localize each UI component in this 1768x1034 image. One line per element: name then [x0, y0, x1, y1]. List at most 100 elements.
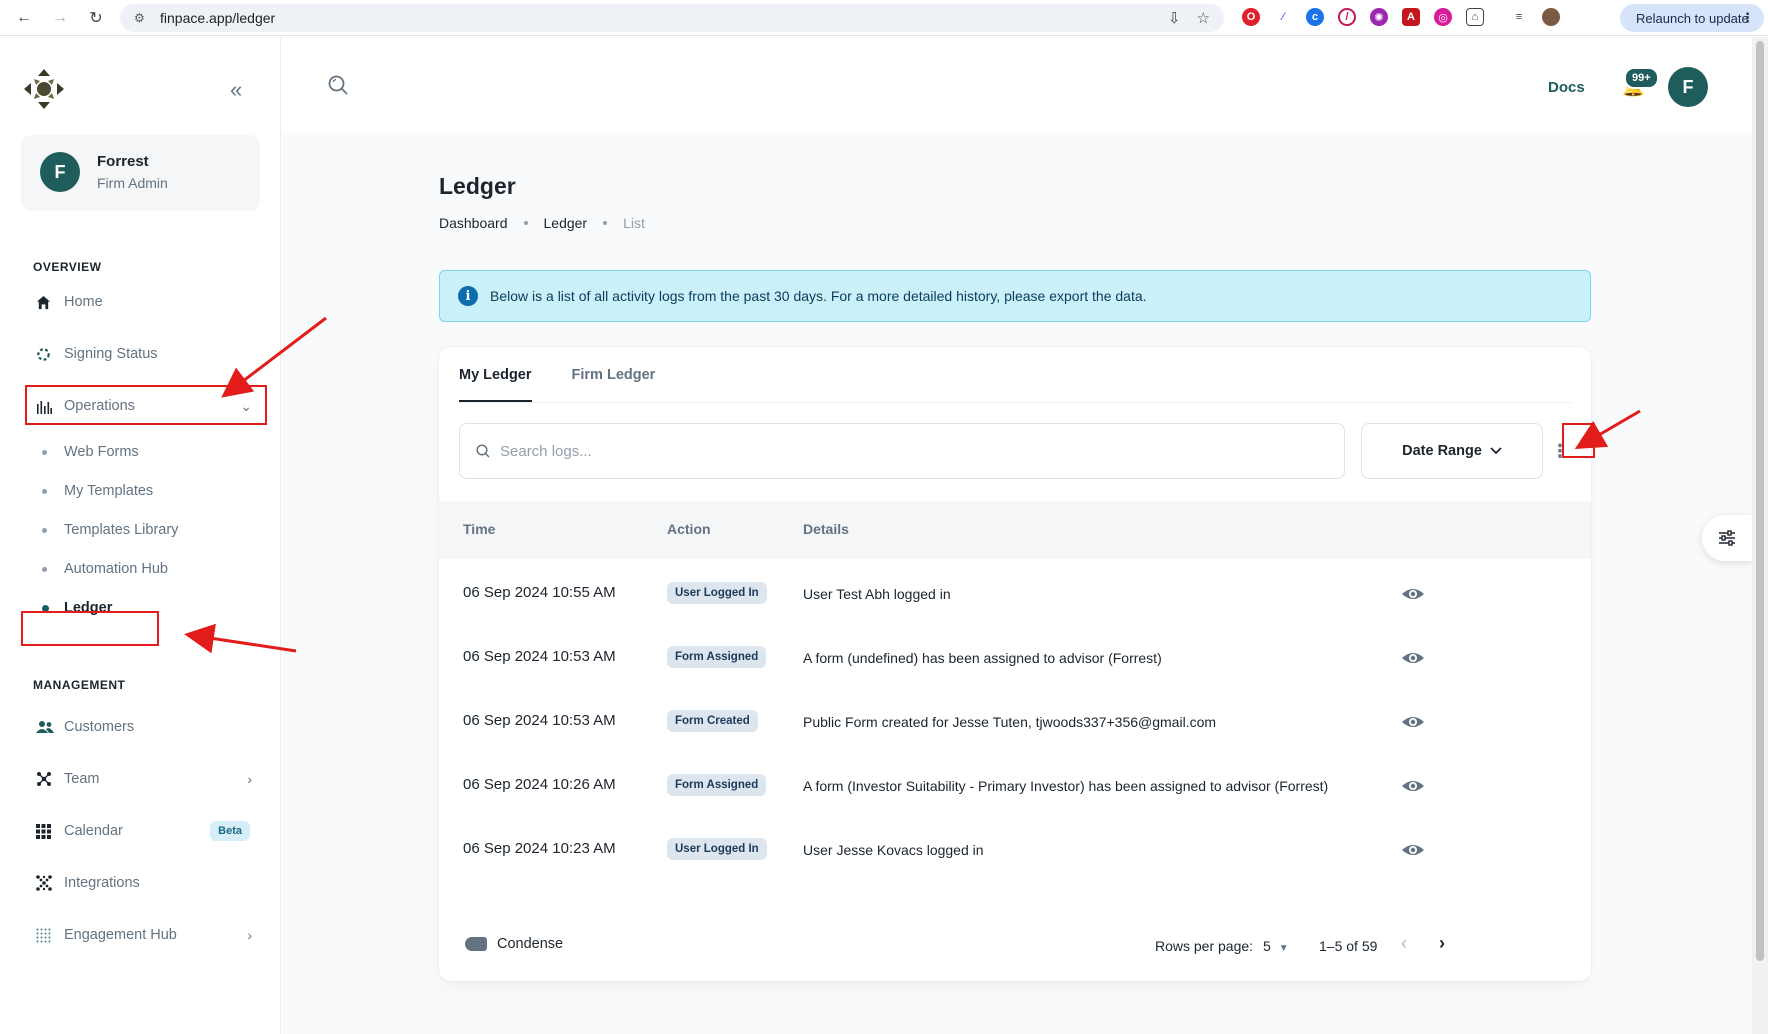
site-settings-icon[interactable]: ⚙: [134, 11, 148, 25]
sidebar-subitem-ledger[interactable]: Ledger: [26, 590, 266, 626]
reload-icon[interactable]: ↻: [86, 8, 106, 28]
next-page-button[interactable]: ›: [1439, 933, 1445, 954]
table-row[interactable]: 06 Sep 2024 10:23 AM User Logged In User…: [439, 818, 1591, 882]
chevron-down-icon: ⌄: [240, 397, 252, 414]
sidebar-item-customers[interactable]: Customers: [26, 707, 266, 747]
media-icon[interactable]: ≡: [1510, 8, 1528, 26]
condense-toggle[interactable]: [465, 937, 487, 951]
app-logo[interactable]: [22, 67, 66, 111]
date-range-button[interactable]: Date Range: [1361, 423, 1543, 479]
caret-down-icon: ▼: [1278, 943, 1289, 954]
extension-icon[interactable]: A: [1402, 8, 1420, 26]
sidebar-item-engagement-hub[interactable]: Engagement Hub ›: [26, 915, 266, 955]
avatar: F: [40, 152, 80, 192]
avatar[interactable]: F: [1668, 67, 1708, 107]
chevron-down-icon: [1490, 447, 1502, 455]
relaunch-button[interactable]: Relaunch to update ⋮: [1620, 4, 1764, 32]
eye-icon[interactable]: [1401, 646, 1425, 670]
sidebar-subitem-my-templates[interactable]: My Templates: [26, 473, 266, 509]
search-field[interactable]: [459, 423, 1345, 479]
search-icon[interactable]: [328, 75, 348, 95]
page-scrollbar[interactable]: [1752, 37, 1768, 1034]
docs-link[interactable]: Docs: [1548, 79, 1585, 96]
collapse-sidebar-icon[interactable]: «: [230, 77, 242, 103]
extension-icon[interactable]: /: [1338, 8, 1356, 26]
previous-page-button[interactable]: ‹: [1401, 933, 1407, 954]
row-details: A form (undefined) has been assigned to …: [803, 650, 1162, 666]
breadcrumb: Dashboard Ledger List: [439, 215, 645, 231]
eye-icon[interactable]: [1401, 710, 1425, 734]
back-icon[interactable]: ←: [14, 9, 34, 27]
eye-icon[interactable]: [1401, 838, 1425, 862]
dots-grid-icon: [26, 928, 64, 943]
extension-icon[interactable]: O: [1242, 8, 1260, 26]
eye-icon[interactable]: [1401, 774, 1425, 798]
sidebar-item-label: Integrations: [64, 875, 140, 891]
extension-icon[interactable]: ✺: [1370, 8, 1388, 26]
breadcrumb-separator: [523, 221, 528, 225]
sidebar-item-team[interactable]: Team ›: [26, 759, 266, 799]
sidebar-subitem-templates-library[interactable]: Templates Library: [26, 512, 266, 548]
sidebar-item-label: Automation Hub: [64, 561, 168, 577]
forward-icon[interactable]: →: [50, 9, 70, 27]
bullet-icon: [26, 449, 64, 455]
breadcrumb-dashboard[interactable]: Dashboard: [439, 215, 508, 231]
table-row[interactable]: 06 Sep 2024 10:55 AM User Logged In User…: [439, 562, 1591, 626]
browser-toolbar: ← → ↻ ⚙ finpace.app/ledger ⇩ ☆ O ⁄ c / ✺…: [0, 0, 1768, 36]
table-row[interactable]: 06 Sep 2024 10:26 AM Form Assigned A for…: [439, 754, 1591, 818]
rows-per-page-value: 5: [1263, 938, 1271, 954]
ledger-tabs: My Ledger Firm Ledger: [459, 347, 655, 402]
browser-menu-icon[interactable]: ⋮: [1741, 10, 1754, 26]
page-title: Ledger: [439, 173, 516, 199]
column-header-action[interactable]: Action: [667, 521, 711, 537]
user-card[interactable]: F Forrest Firm Admin: [21, 135, 260, 211]
sidebar-item-calendar[interactable]: Calendar Beta: [26, 811, 266, 851]
breadcrumb-ledger[interactable]: Ledger: [544, 215, 588, 231]
column-header-details[interactable]: Details: [803, 521, 849, 537]
table-row[interactable]: 06 Sep 2024 10:53 AM Form Created Public…: [439, 690, 1591, 754]
profile-icon[interactable]: [1542, 8, 1560, 26]
sidebar-item-label: Engagement Hub: [64, 927, 177, 943]
table-row[interactable]: 06 Sep 2024 10:53 AM Form Assigned A for…: [439, 626, 1591, 690]
relaunch-label: Relaunch to update: [1636, 10, 1749, 26]
row-time: 06 Sep 2024 10:53 AM: [463, 712, 616, 729]
sidebar-item-label: Operations: [64, 398, 135, 414]
bullet-icon: [26, 527, 64, 533]
main-content: Ledger Dashboard Ledger List i Below is …: [282, 133, 1752, 1034]
puzzle-icon[interactable]: ⌂: [1466, 8, 1484, 26]
address-bar[interactable]: ⚙ finpace.app/ledger ⇩ ☆: [120, 4, 1224, 32]
sidebar-item-signing-status[interactable]: Signing Status: [26, 334, 266, 374]
tab-my-ledger[interactable]: My Ledger: [459, 347, 532, 402]
sidebar-item-integrations[interactable]: Integrations: [26, 863, 266, 903]
bookmark-star-icon[interactable]: ☆: [1197, 9, 1210, 27]
sidebar-item-label: Home: [64, 294, 103, 310]
chevron-right-icon: ›: [247, 771, 252, 787]
tab-firm-ledger[interactable]: Firm Ledger: [572, 347, 656, 402]
install-icon[interactable]: ⇩: [1168, 9, 1181, 27]
more-options-button[interactable]: ⋮: [1542, 433, 1578, 469]
rows-per-page-select[interactable]: 5 ▼: [1263, 938, 1289, 954]
sidebar-item-label: Web Forms: [64, 444, 139, 460]
condense-label: Condense: [497, 936, 564, 952]
settings-drawer-button[interactable]: [1702, 515, 1752, 561]
sidebar: « F Forrest Firm Admin OVERVIEW Home Sig…: [0, 37, 281, 1034]
extensions-bar: O ⁄ c / ✺ A ◎ ⌂ ≡: [1242, 8, 1560, 26]
sidebar-item-operations[interactable]: Operations ⌄: [26, 386, 266, 426]
user-name: Forrest: [97, 153, 149, 170]
eye-icon[interactable]: [1401, 582, 1425, 606]
sidebar-subitem-web-forms[interactable]: Web Forms: [26, 434, 266, 470]
extension-icon[interactable]: c: [1306, 8, 1324, 26]
sidebar-subitem-automation-hub[interactable]: Automation Hub: [26, 551, 266, 587]
column-header-time[interactable]: Time: [463, 521, 495, 537]
row-time: 06 Sep 2024 10:26 AM: [463, 776, 616, 793]
extension-icon[interactable]: ⁄: [1274, 8, 1292, 26]
search-input[interactable]: [500, 442, 1300, 460]
top-header: Docs 🔔 99+ F: [282, 37, 1752, 133]
sliders-icon: [1719, 530, 1735, 546]
scrollbar-thumb[interactable]: [1756, 41, 1764, 961]
section-label-management: MANAGEMENT: [33, 678, 126, 692]
date-range-label: Date Range: [1402, 443, 1482, 459]
extension-icon[interactable]: ◎: [1434, 8, 1452, 26]
info-icon: i: [458, 286, 478, 306]
sidebar-item-home[interactable]: Home: [26, 282, 266, 322]
